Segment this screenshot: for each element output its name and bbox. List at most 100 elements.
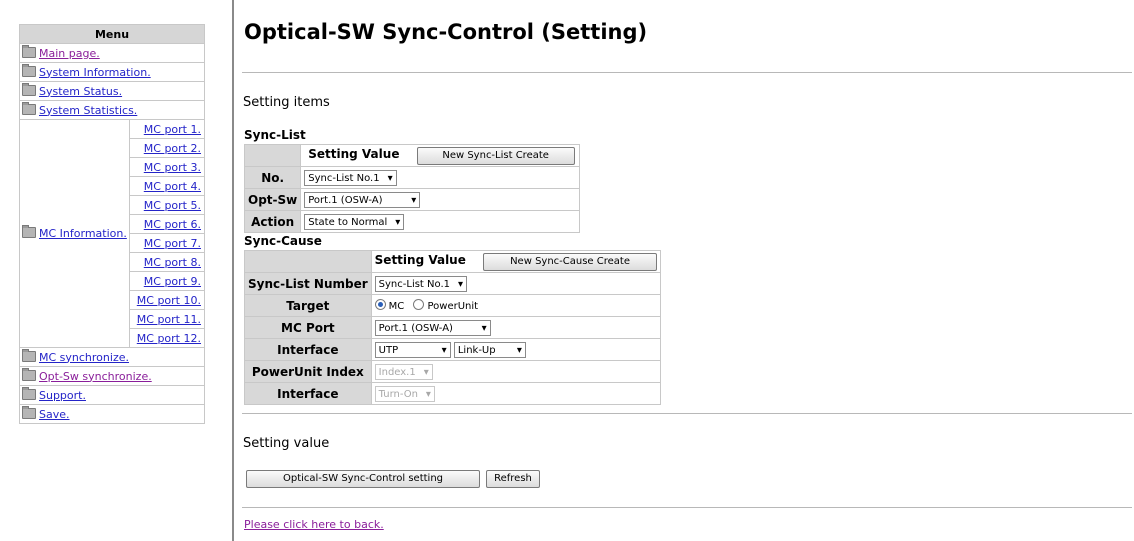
target-label: Target: [244, 294, 372, 317]
powerunit-index-select[interactable]: Index.1: [374, 363, 433, 381]
content-frame: Optical-SW Sync-Control (Setting) Settin…: [234, 0, 1134, 541]
new-sync-cause-create-button[interactable]: New Sync-Cause Create: [483, 252, 658, 271]
menu-item-mc-information[interactable]: MC Information.: [19, 119, 130, 348]
menu-link[interactable]: MC port 1.: [144, 123, 201, 136]
action-select[interactable]: State to Normal: [304, 213, 405, 231]
menu-item-mc-port-1[interactable]: MC port 1.: [128, 119, 206, 139]
menu-item-system-status[interactable]: System Status.: [19, 81, 205, 101]
sync-list-label: Sync-List: [244, 128, 306, 142]
menu-link[interactable]: MC port 3.: [144, 161, 201, 174]
menu-link[interactable]: MC port 11.: [137, 313, 201, 326]
menu-item-mc-port-4[interactable]: MC port 4.: [128, 176, 206, 196]
target-mc-radio[interactable]: [374, 299, 386, 310]
interface-2-select[interactable]: Turn-On: [374, 385, 435, 403]
menu-item-mc-port-12[interactable]: MC port 12.: [128, 328, 206, 348]
mc-port-select[interactable]: Port.1 (OSW-A): [374, 319, 491, 337]
menu-link[interactable]: MC port 8.: [144, 256, 201, 269]
mc-port-cell: Port.1 (OSW-A): [370, 316, 662, 339]
opt-sw-select[interactable]: Port.1 (OSW-A): [304, 191, 421, 209]
menu-link[interactable]: MC port 6.: [144, 218, 201, 231]
setting-value-label: Setting Value: [308, 146, 400, 161]
opt-sw-label: Opt-Sw: [243, 188, 302, 211]
sync-list-number-label: Sync-List Number: [244, 272, 372, 295]
folder-icon: [22, 101, 36, 115]
folder-icon: [22, 386, 36, 400]
menu-item-main-page[interactable]: Main page.: [19, 43, 205, 63]
menu-item-support[interactable]: Support.: [19, 385, 205, 405]
sync-list-number-cell: Sync-List No.1: [370, 272, 662, 295]
folder-icon: [22, 44, 36, 58]
menu-link[interactable]: MC port 4.: [144, 180, 201, 193]
interface-state-select[interactable]: Link-Up: [453, 341, 526, 359]
folder-icon: [22, 225, 36, 238]
menu-item-opt-sw-synchronize[interactable]: Opt-Sw synchronize.: [19, 366, 205, 386]
sync-list-table: Setting Value New Sync-List Create No. S…: [243, 144, 581, 233]
sync-cause-label: Sync-Cause: [244, 234, 322, 248]
menu-link[interactable]: MC Information.: [39, 227, 127, 240]
menu-link[interactable]: MC port 12.: [137, 332, 201, 345]
new-sync-list-create-button[interactable]: New Sync-List Create: [416, 146, 575, 165]
menu-header: Menu: [19, 24, 205, 44]
menu-item-mc-port-5[interactable]: MC port 5.: [128, 195, 206, 215]
setting-value-label: Setting Value: [374, 252, 466, 267]
menu-link[interactable]: MC port 5.: [144, 199, 201, 212]
menu-link[interactable]: MC port 9.: [144, 275, 201, 288]
menu-link[interactable]: MC port 7.: [144, 237, 201, 250]
divider: [242, 413, 1132, 414]
menu-item-mc-port-2[interactable]: MC port 2.: [128, 138, 206, 158]
menu-item-save[interactable]: Save.: [19, 404, 205, 424]
interface-label: Interface: [244, 338, 372, 361]
target-powerunit-label: PowerUnit: [427, 301, 479, 312]
menu-link[interactable]: MC port 10.: [137, 294, 201, 307]
powerunit-index-label: PowerUnit Index: [244, 360, 372, 383]
menu-link[interactable]: Opt-Sw synchronize.: [39, 370, 152, 383]
folder-icon: [22, 405, 36, 419]
setting-value-header: Setting Value New Sync-List Create: [300, 144, 581, 167]
menu-item-mc-port-8[interactable]: MC port 8.: [128, 252, 206, 272]
no-cell: Sync-List No.1: [300, 166, 581, 189]
folder-icon: [22, 63, 36, 77]
interface-type-select[interactable]: UTP: [374, 341, 451, 359]
menu-link[interactable]: System Information.: [39, 66, 151, 79]
refresh-button[interactable]: Refresh: [486, 470, 540, 488]
setting-value-header: Setting Value New Sync-Cause Create: [370, 250, 662, 273]
powerunit-index-cell: Index.1: [370, 360, 662, 383]
sync-list-no-select[interactable]: Sync-List No.1: [304, 169, 397, 187]
menu-item-mc-port-7[interactable]: MC port 7.: [128, 233, 206, 253]
back-link[interactable]: Please click here to back.: [244, 518, 384, 531]
menu-link[interactable]: Main page.: [39, 47, 100, 60]
mc-port-label: MC Port: [244, 316, 372, 339]
setting-items-heading: Setting items: [243, 95, 330, 110]
action-cell: State to Normal: [300, 210, 581, 233]
divider: [242, 72, 1132, 73]
menu-item-mc-port-3[interactable]: MC port 3.: [128, 157, 206, 177]
target-powerunit-radio[interactable]: [413, 299, 425, 310]
menu-link[interactable]: MC port 2.: [144, 142, 201, 155]
menu-link[interactable]: System Status.: [39, 85, 122, 98]
menu-item-mc-port-10[interactable]: MC port 10.: [128, 290, 206, 310]
corner-cell: [243, 144, 302, 167]
menu-link[interactable]: System Statistics.: [39, 104, 137, 117]
opt-sw-cell: Port.1 (OSW-A): [300, 188, 581, 211]
action-label: Action: [243, 210, 302, 233]
sync-list-number-select[interactable]: Sync-List No.1: [374, 275, 467, 293]
setting-value-heading: Setting value: [243, 436, 330, 451]
optical-sw-sync-control-setting-button[interactable]: Optical-SW Sync-Control setting: [246, 470, 480, 488]
menu-item-mc-port-9[interactable]: MC port 9.: [128, 271, 206, 291]
sync-cause-table: Setting Value New Sync-Cause Create Sync…: [244, 250, 662, 405]
menu-frame: Menu Main page. System Information. Syst…: [0, 0, 234, 541]
menu-link[interactable]: MC synchronize.: [39, 351, 129, 364]
menu-item-mc-port-6[interactable]: MC port 6.: [128, 214, 206, 234]
menu-item-mc-port-11[interactable]: MC port 11.: [128, 309, 206, 329]
interface-cell: UTP Link-Up: [370, 338, 662, 361]
menu-link[interactable]: Save.: [39, 408, 70, 421]
menu-item-system-statistics[interactable]: System Statistics.: [19, 100, 205, 120]
page-title: Optical-SW Sync-Control (Setting): [244, 20, 648, 44]
menu-link[interactable]: Support.: [39, 389, 86, 402]
interface-2-label: Interface: [244, 382, 372, 405]
menu-item-system-information[interactable]: System Information.: [19, 62, 205, 82]
menu-item-mc-synchronize[interactable]: MC synchronize.: [19, 347, 205, 367]
divider: [242, 507, 1132, 508]
target-cell: MC PowerUnit: [370, 294, 662, 317]
target-mc-label: MC: [388, 301, 405, 312]
